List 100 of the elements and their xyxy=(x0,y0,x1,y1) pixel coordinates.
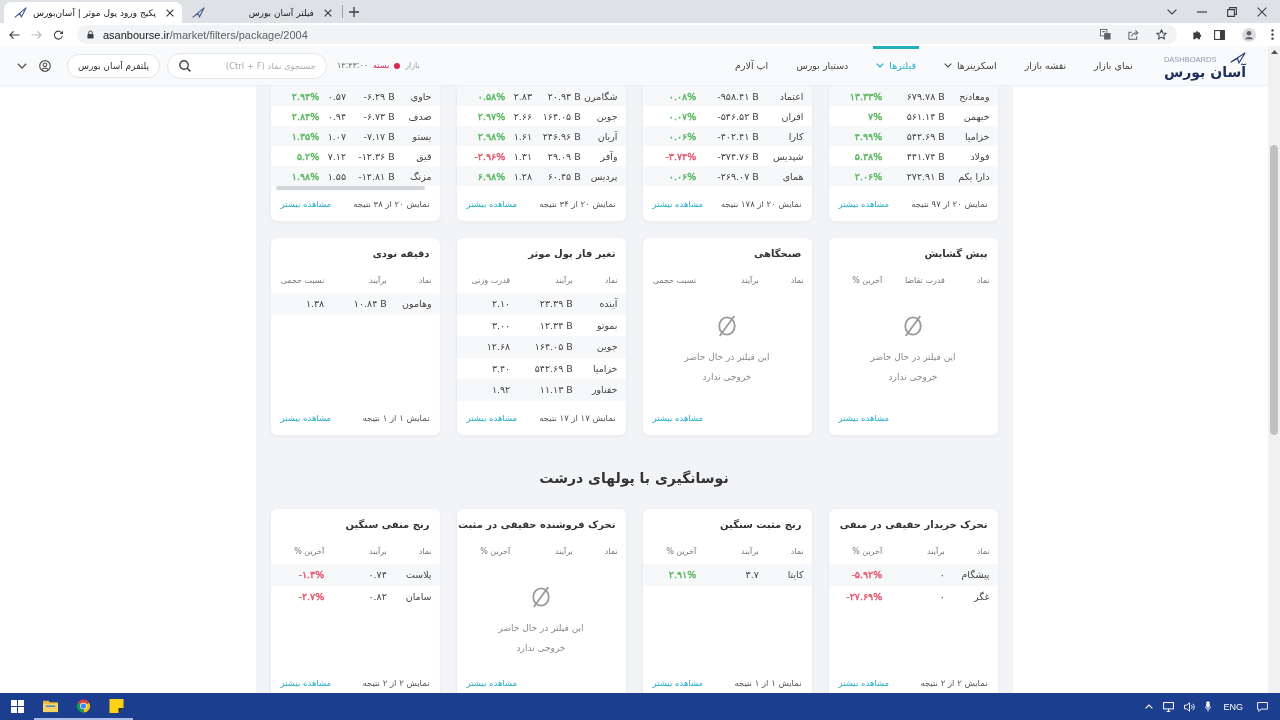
nav-item[interactable]: اپ آلارم xyxy=(732,46,772,85)
table-cell-text: ۲۹.۰۹ B xyxy=(546,150,581,162)
table-cell-text: ۱۱.۱۳ B xyxy=(538,384,573,396)
speaker-icon[interactable] xyxy=(1184,701,1196,712)
side-panel-icon[interactable] xyxy=(1214,29,1225,40)
star-icon[interactable] xyxy=(1156,29,1167,40)
table-cell-text: -۲.۷% xyxy=(297,590,325,602)
table-cell-text: ۱.۲۸ xyxy=(512,170,533,182)
column-header: نماد xyxy=(603,275,618,285)
platform-button[interactable]: پلتفرم آسان بورس xyxy=(67,53,160,78)
caret-up-icon[interactable] xyxy=(1270,50,1278,54)
table-cell-text: ۴.۹۹% xyxy=(853,130,883,142)
result-count: نمایش ۱۷ از ۱۷ نتیجه xyxy=(539,413,616,423)
show-more-link[interactable]: مشاهده بیشتر xyxy=(466,199,518,209)
table-cell-text: ۲.۹۷% xyxy=(476,110,506,122)
table-cell-text: ۶.۹۸% xyxy=(476,170,506,182)
nav-item[interactable]: دستیار بورس xyxy=(793,46,852,85)
show-more-link[interactable]: مشاهده بیشتر xyxy=(466,413,518,423)
chevron-down-icon[interactable] xyxy=(1167,8,1177,15)
table-cell-text: ۲.۹۱% xyxy=(667,569,697,581)
result-count: نمایش ۲۰ از ۹۷ نتیجه xyxy=(911,199,988,209)
caret-up-icon[interactable] xyxy=(1145,704,1154,709)
chevron-down-icon[interactable] xyxy=(17,62,27,69)
close-icon[interactable] xyxy=(1257,6,1267,17)
table-cell-text: -۹۵۸.۴۱ B xyxy=(716,90,759,102)
column-header: برآیند xyxy=(368,546,387,556)
card-title: تغیر فاز پول موثر xyxy=(526,247,617,262)
user-icon[interactable] xyxy=(39,59,51,72)
column-header: آخرین % xyxy=(851,546,883,556)
logo-icon xyxy=(14,7,27,18)
language-indicator[interactable]: ENG xyxy=(1223,701,1243,712)
show-more-link[interactable]: مشاهده بیشتر xyxy=(652,678,704,688)
browser-tab[interactable]: پکیج ورود پول موثر | آسان‌بورس xyxy=(4,2,182,23)
column-header: نماد xyxy=(417,546,432,556)
show-more-link[interactable]: مشاهده بیشتر xyxy=(280,413,332,423)
table-cell-text: ۲.۹۸% xyxy=(476,130,506,142)
table-cell-text: ۷% xyxy=(867,110,883,122)
horizontal-scrollbar[interactable] xyxy=(275,186,425,190)
plus-icon[interactable] xyxy=(348,6,359,17)
table-cell-text: ۰.۵۸% xyxy=(476,90,506,102)
table-cell-text: -۶.۲۹ B xyxy=(362,90,395,102)
show-more-link[interactable]: مشاهده بیشتر xyxy=(838,678,890,688)
column-header: آخرین % xyxy=(665,546,697,556)
table-cell-text: همای xyxy=(781,170,804,182)
table-cell-text: -۱۲.۳۶ B xyxy=(357,150,395,162)
table-cell-text: ۵۴۲.۶۹ B xyxy=(533,362,573,374)
scrollbar[interactable] xyxy=(1268,46,1280,693)
show-more-link[interactable]: مشاهده بیشتر xyxy=(466,678,518,688)
browser-tab[interactable]: فیلتر آسان بورس xyxy=(181,2,340,23)
close-icon[interactable] xyxy=(165,8,174,17)
column-header: نماد xyxy=(417,275,432,285)
nav-item[interactable]: اسکرینرها xyxy=(940,46,1000,85)
notification-icon[interactable] xyxy=(1257,701,1268,712)
table-cell-text: ۱.۹۸% xyxy=(290,170,320,182)
card-title: تحرک فروشنده حقیقی در مثبت xyxy=(456,518,617,533)
address-bar[interactable]: asanbourse.ir/market/filters/package/2004 xyxy=(77,25,1177,44)
nav-item[interactable]: نقشه بازار xyxy=(1021,46,1070,85)
column-header: نسبت حجمی xyxy=(279,275,325,285)
show-more-link[interactable]: مشاهده بیشتر xyxy=(838,199,890,209)
close-icon[interactable] xyxy=(323,8,332,17)
table-cell-text: ۶۷۹.۷۸ B xyxy=(905,90,945,102)
market-label: بازار xyxy=(405,61,420,70)
table-cell-text: بموتو xyxy=(595,319,618,331)
show-more-link[interactable]: مشاهده بیشتر xyxy=(280,678,332,688)
table-cell-text: ۲.۹۴% xyxy=(290,90,320,102)
profile-icon[interactable] xyxy=(1242,27,1256,42)
network-icon[interactable] xyxy=(1163,701,1175,712)
show-more-link[interactable]: مشاهده بیشتر xyxy=(838,413,890,423)
show-more-link[interactable]: مشاهده بیشتر xyxy=(652,413,704,423)
nav-item[interactable]: نمای بازار xyxy=(1091,46,1136,85)
table-cell-text: فولاد xyxy=(969,150,990,162)
reload-icon[interactable] xyxy=(53,29,64,40)
chevron-down-icon[interactable] xyxy=(943,63,952,68)
table-cell-text: پلاست xyxy=(404,569,432,581)
result-count: نمایش ۱ از ۱ نتیجه xyxy=(734,678,802,688)
share-icon[interactable] xyxy=(1128,29,1139,40)
logo-text[interactable]: آسان بورس xyxy=(1163,63,1246,80)
search-field[interactable]: جستجوی نماد (Ctrl + F) xyxy=(166,52,327,79)
card-title: پیش گشایش xyxy=(923,247,989,262)
table-cell-text: مزنگ xyxy=(409,170,432,182)
back-arrow-icon[interactable] xyxy=(9,29,20,40)
table-cell-text: ۱.۳۵% xyxy=(290,130,320,142)
table-cell-text: اعتماد xyxy=(778,90,804,102)
restore-icon[interactable] xyxy=(1227,6,1237,17)
column-header: برآیند xyxy=(926,546,945,556)
table-cell-text: ۱.۹۲ xyxy=(490,384,511,396)
translate-icon[interactable] xyxy=(1100,29,1111,40)
puzzle-icon[interactable] xyxy=(1192,29,1203,40)
table-cell-text: جوین xyxy=(595,341,618,353)
search-icon[interactable] xyxy=(178,59,191,72)
microphone-icon[interactable] xyxy=(1205,701,1212,712)
column-header: برآیند xyxy=(368,275,387,285)
menu-icon[interactable] xyxy=(1271,29,1274,40)
show-more-link[interactable]: مشاهده بیشتر xyxy=(652,199,704,209)
windows-icon[interactable] xyxy=(10,700,24,713)
scrollbar-thumb[interactable] xyxy=(1270,145,1278,435)
table-cell-text: -۲۷.۶۹% xyxy=(845,590,883,602)
show-more-link[interactable]: مشاهده بیشتر xyxy=(280,199,332,209)
minimize-icon[interactable] xyxy=(1197,10,1207,13)
table-cell-text: ۵.۲% xyxy=(295,150,320,162)
